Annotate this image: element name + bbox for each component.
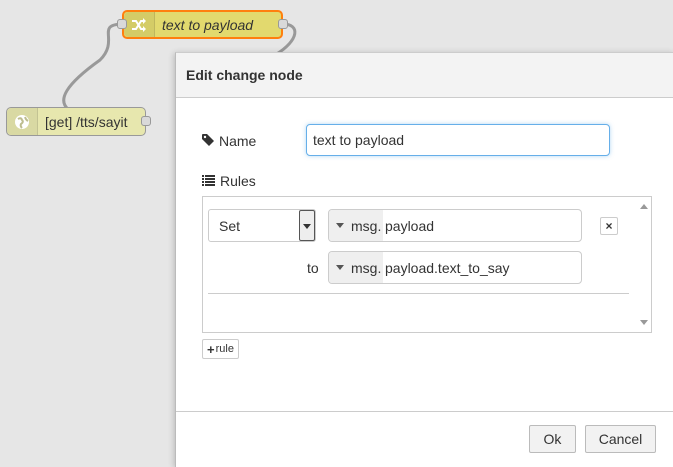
change-node-input-port[interactable] — [117, 19, 127, 29]
dialog-title: Edit change node — [186, 67, 303, 83]
rule-action-select[interactable]: Set — [208, 209, 316, 242]
tag-icon — [202, 133, 214, 149]
rule-source-type-selector[interactable]: msg. — [329, 252, 383, 283]
rule-target-type: msg. — [351, 217, 382, 234]
rule-source-value: payload.text_to_say — [385, 260, 510, 276]
rules-scrollbar[interactable] — [637, 197, 651, 332]
delete-rule-button[interactable]: × — [600, 217, 618, 235]
list-icon — [202, 173, 215, 189]
ok-button[interactable]: Ok — [529, 425, 576, 453]
shuffle-icon — [124, 12, 155, 37]
rule-action-value: Set — [219, 218, 241, 234]
name-label: Name — [219, 133, 257, 149]
rules-list[interactable]: Set msg. payload × to msg. payload.text_… — [202, 196, 652, 333]
dialog-footer: Ok Cancel — [176, 411, 673, 467]
cancel-button[interactable]: Cancel — [585, 425, 656, 453]
rule-source-input[interactable]: msg. payload.text_to_say — [328, 251, 582, 284]
globe-icon — [7, 108, 38, 135]
change-node-output-port[interactable] — [278, 19, 288, 29]
select-dropdown-button[interactable] — [299, 210, 315, 241]
caret-down-icon — [336, 223, 344, 228]
rule-target-type-selector[interactable]: msg. — [329, 210, 383, 241]
edit-change-node-dialog: Edit change node Name Rules Set msg. — [175, 52, 673, 467]
name-input[interactable] — [306, 124, 610, 156]
rule-divider — [208, 293, 629, 294]
add-rule-button[interactable]: + rule — [202, 339, 239, 359]
scroll-up-icon[interactable] — [640, 204, 648, 209]
rule-source-type: msg. — [351, 259, 382, 276]
scroll-down-icon[interactable] — [640, 320, 648, 325]
http-node-output-port[interactable] — [141, 116, 151, 126]
name-row-label: Name — [202, 133, 256, 149]
add-rule-label: rule — [215, 343, 234, 355]
http-node-label: [get] /tts/sayit — [45, 113, 128, 130]
change-node[interactable]: text to payload — [122, 10, 283, 39]
rules-label: Rules — [220, 173, 256, 189]
dialog-header: Edit change node — [176, 53, 673, 98]
rule-target-value: payload — [385, 218, 435, 234]
caret-down-icon — [336, 265, 344, 270]
rules-row-label: Rules — [202, 173, 256, 189]
rule-target-input[interactable]: msg. payload — [328, 209, 582, 242]
change-node-label: text to payload — [162, 16, 254, 33]
rule-to-label: to — [307, 260, 319, 276]
plus-icon: + — [207, 341, 215, 357]
http-in-node[interactable]: [get] /tts/sayit — [6, 107, 146, 136]
